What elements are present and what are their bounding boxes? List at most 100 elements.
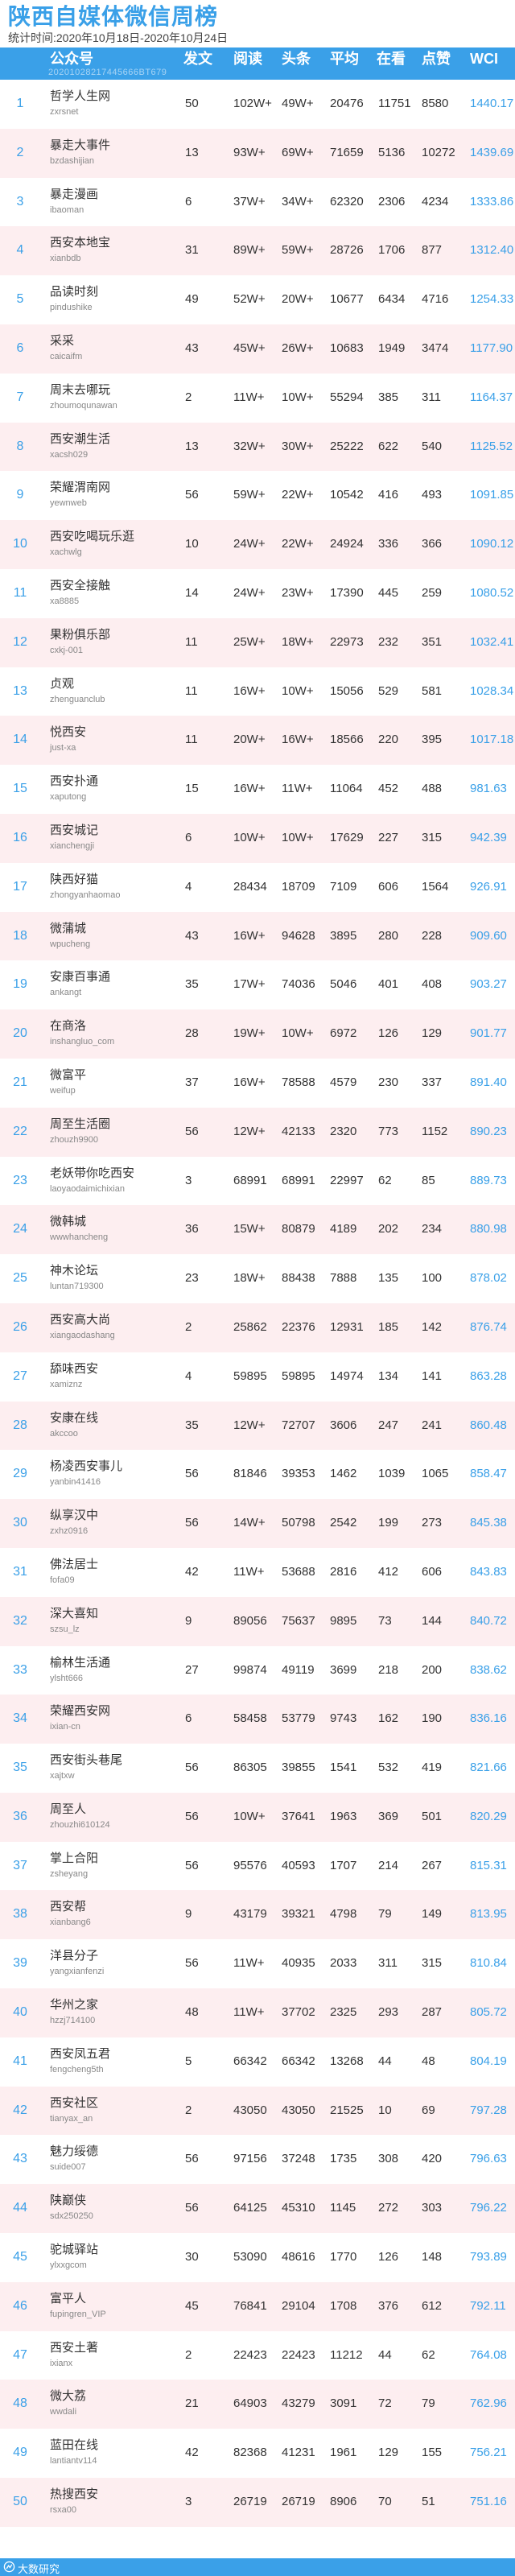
- rank-number: 6: [16, 341, 24, 355]
- headline-read: 16W+: [282, 733, 314, 747]
- average-read: 4189: [330, 1222, 357, 1236]
- wci-score: 838.62: [470, 1662, 507, 1677]
- read-count: 95576: [233, 1858, 267, 1872]
- wci-score: 909.60: [470, 928, 507, 943]
- wci-score: 858.47: [470, 1467, 507, 1481]
- like-count: 315: [422, 830, 443, 844]
- wci-score: 1312.40: [470, 243, 514, 258]
- wci-score: 751.16: [470, 2495, 507, 2509]
- account-cell: 陕巅侠 sdx250250: [50, 2191, 187, 2222]
- wci-score: 901.77: [470, 1026, 507, 1041]
- account-name: 舔味西安: [50, 1361, 99, 1376]
- posts-count: 21: [185, 2396, 199, 2411]
- account-cell: 安康在线 akccoo: [50, 1409, 187, 1439]
- account-cell: 西安土著 ixianx: [50, 2339, 187, 2369]
- headline-read: 53779: [282, 1711, 315, 1726]
- average-read: 3091: [330, 2396, 357, 2411]
- like-count: 581: [422, 683, 443, 698]
- read-count: 10W+: [233, 830, 266, 844]
- like-count: 48: [422, 2054, 435, 2068]
- account-id: laoyaodaimichixian: [50, 1183, 125, 1194]
- posts-count: 36: [185, 1222, 199, 1236]
- account-name: 陕西好猫: [50, 872, 99, 886]
- account-id: xianbang6: [50, 1918, 91, 1928]
- read-count: 11W+: [233, 1956, 265, 1971]
- looking-count: 214: [378, 1858, 399, 1872]
- account-name: 安康在线: [50, 1410, 99, 1425]
- table-row: 50 热搜西安 rsxa00 3 26719 26719 8906 70 51 751.16: [0, 2478, 515, 2527]
- wci-score: 1032.41: [470, 634, 514, 649]
- headline-read: 88438: [282, 1271, 315, 1286]
- posts-count: 14: [185, 585, 199, 600]
- average-read: 1770: [330, 2250, 357, 2264]
- looking-count: 73: [378, 1613, 392, 1628]
- like-count: 3474: [422, 341, 449, 355]
- rank-number: 43: [13, 2152, 27, 2166]
- table-row: 20 在商洛 inshangluo_com 28 19W+ 10W+ 6972 126 129 9…: [0, 1009, 515, 1059]
- headline-read: 39353: [282, 1467, 315, 1481]
- like-count: 100: [422, 1271, 443, 1286]
- posts-count: 2: [185, 1319, 192, 1334]
- account-name: 采采: [50, 333, 75, 348]
- account-name: 西安帮: [50, 1900, 87, 1914]
- wci-score: 845.38: [470, 1516, 507, 1530]
- account-id: xaputong: [50, 792, 87, 803]
- account-cell: 掌上合阳 zsheyang: [50, 1849, 187, 1880]
- rank-number: 3: [16, 194, 24, 208]
- account-id: sdx250250: [50, 2211, 93, 2222]
- account-cell: 哲学人生网 zxrsnet: [50, 87, 187, 118]
- wci-score: 981.63: [470, 782, 507, 796]
- rank-number: 48: [13, 2396, 27, 2411]
- read-count: 24W+: [233, 585, 266, 600]
- account-name: 周至生活圈: [50, 1117, 111, 1131]
- account-id: xacsh029: [50, 449, 89, 460]
- average-read: 20476: [330, 97, 364, 110]
- headline-read: 66342: [282, 2054, 315, 2068]
- like-count: 315: [422, 1956, 443, 1971]
- average-read: 17390: [330, 585, 364, 600]
- account-name: 贞观: [50, 676, 75, 691]
- looking-count: 412: [378, 1564, 399, 1579]
- posts-count: 9: [185, 1907, 192, 1922]
- account-name: 荣耀渭南网: [50, 481, 111, 495]
- account-name: 榆林生活通: [50, 1655, 111, 1670]
- account-name: 果粉俱乐部: [50, 627, 111, 642]
- account-cell: 微大荔 wwdali: [50, 2387, 187, 2417]
- read-count: 12W+: [233, 1124, 266, 1138]
- wci-score: 1164.37: [470, 390, 513, 404]
- rank-number: 33: [13, 1662, 27, 1677]
- headline-read: 80879: [282, 1222, 315, 1236]
- account-id: lantiantv114: [50, 2456, 97, 2467]
- looking-count: 1039: [378, 1467, 406, 1481]
- posts-count: 11: [185, 733, 198, 747]
- like-count: 144: [422, 1613, 443, 1628]
- looking-count: 129: [378, 2446, 399, 2460]
- posts-count: 31: [185, 243, 199, 258]
- posts-count: 9: [185, 1613, 192, 1628]
- headline-read: 43050: [282, 2103, 315, 2117]
- like-count: 200: [422, 1662, 443, 1677]
- headline-read: 22376: [282, 1319, 315, 1334]
- rank-number: 50: [13, 2495, 27, 2509]
- read-count: 22423: [233, 2347, 267, 2362]
- posts-count: 56: [185, 1956, 199, 1971]
- looking-count: 220: [378, 733, 399, 747]
- wci-score: 810.84: [470, 1956, 507, 1971]
- average-read: 3606: [330, 1418, 357, 1432]
- like-count: 420: [422, 2152, 443, 2166]
- read-count: 26719: [233, 2495, 267, 2509]
- wci-score: 1177.90: [470, 341, 513, 355]
- headline-read: 42133: [282, 1124, 315, 1138]
- rank-number: 7: [16, 390, 24, 404]
- table-row: 2 暴走大事件 bzdashijian 13 93W+ 69W+ 71659 5136 1027…: [0, 128, 515, 178]
- posts-count: 50: [185, 97, 199, 110]
- table-row: 23 老妖带你吃西安 laoyaodaimichixian 3 68991 68991 22…: [0, 1157, 515, 1206]
- account-name: 西安凤五君: [50, 2046, 111, 2061]
- wci-score: 796.63: [470, 2152, 507, 2166]
- account-cell: 西安潮生活 xacsh029: [50, 430, 187, 460]
- like-count: 129: [422, 1026, 443, 1041]
- posts-count: 27: [185, 1662, 199, 1677]
- read-count: 89056: [233, 1613, 267, 1628]
- looking-count: 606: [378, 879, 399, 894]
- account-cell: 佛法居士 fofa09: [50, 1555, 187, 1586]
